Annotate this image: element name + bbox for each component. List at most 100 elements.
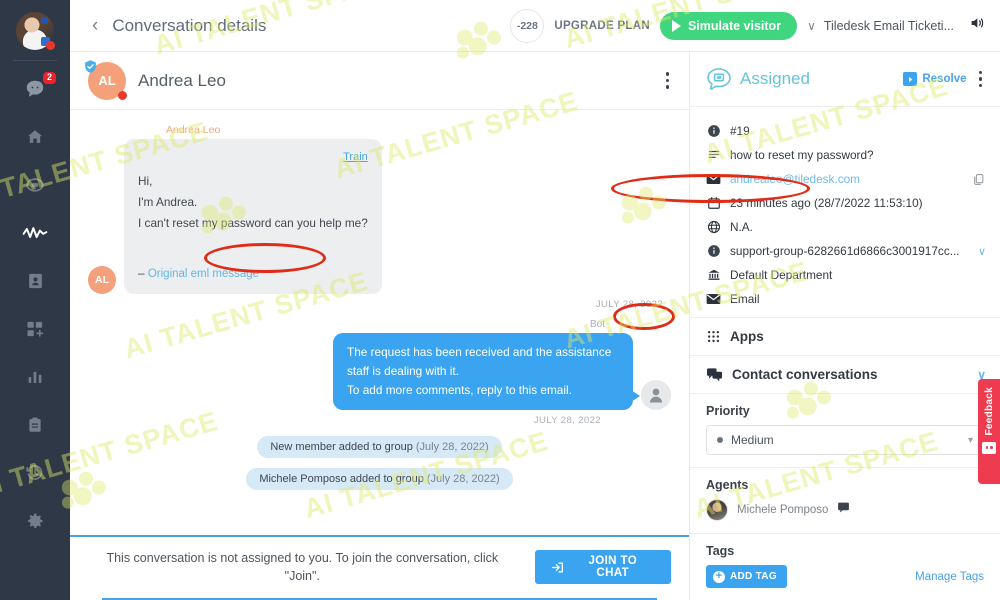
section-contact-conversations-label: Contact conversations [732,367,878,382]
copy-icon[interactable] [971,173,986,186]
presence-dot [118,90,127,100]
feedback-label: Feedback [983,387,995,436]
group-id: support-group-6282661d6866c3001917cc... [730,244,960,258]
department-icon [706,268,721,282]
system-event-date: (July 28, 2022) [415,441,489,454]
plus-icon: + [713,570,725,583]
contacts-icon [28,273,42,289]
info-row-location: N.A. [706,215,986,239]
sidebar-item-contacts[interactable] [13,261,57,301]
conversation-status: Assigned [740,69,810,88]
rail-divider [13,60,57,61]
sidebar-item-activity[interactable] [13,213,57,253]
priority-label: Priority [706,404,750,418]
sidebar-item-home[interactable] [13,117,57,157]
priority-select[interactable]: Medium ▾ [706,425,984,455]
play-icon [671,19,681,32]
section-apps[interactable]: Apps [690,317,1000,355]
agent-chat-icon[interactable] [837,501,850,519]
chevron-down-icon[interactable]: ∨ [978,245,986,258]
contact-avatar: AL [85,59,127,100]
contact-email[interactable]: andrealeo@tiledesk.com [730,172,962,186]
chevron-down-icon: ▾ [967,434,973,446]
app-root: 2 ‹ Conversation details -228 UPGRADE PL… [0,0,1000,600]
channel-value: Email [730,292,760,306]
apps-add-icon [27,321,44,337]
message-list: Andrea Leo AL Train Hi, I'm Andrea. I ca… [70,110,689,535]
left-navigation-rail: 2 [0,0,70,600]
clipboard-icon [29,417,41,432]
bot-message-bubble: The request has been received and the as… [333,332,640,411]
agents-label: Agents [706,478,749,492]
simulate-visitor-button[interactable]: Simulate visitor [659,11,798,40]
agent-list-item[interactable]: Michele Pomposo [706,499,984,521]
system-event-row: New member added to group (July 28, 2022… [88,436,671,459]
sidebar-item-settings[interactable] [13,501,57,541]
agents-field: Agents Michele Pomposo [690,467,1000,533]
info-row-email[interactable]: andrealeo@tiledesk.com [706,167,986,191]
assigned-status-icon [707,68,731,90]
tags-field: Tags + ADD TAG Manage Tags [690,533,1000,600]
back-button[interactable]: ‹ [92,16,98,35]
bot-timestamp: JULY 28, 2022 [533,415,601,427]
location-value: N.A. [730,220,753,234]
agent-name: Michele Pomposo [737,504,829,516]
sidebar-item-apps[interactable] [13,309,57,349]
section-contact-conversations[interactable]: Contact conversations ∨ [690,355,1000,393]
details-menu-button[interactable] [975,67,987,92]
user-avatar[interactable] [16,12,55,50]
sidebar-item-history[interactable] [13,453,57,493]
info-row-subject: how to reset my password? [706,143,986,167]
avatar [706,499,728,521]
info-row-date: 23 minutes ago (28/7/2022 11:53:10) [706,191,986,215]
department-value: Default Department [730,268,833,282]
home-icon [27,130,43,143]
ticket-id: #19 [730,124,750,138]
verified-icon [85,59,96,73]
speaker-icon[interactable] [968,15,986,36]
sidebar-item-bots[interactable] [13,165,57,205]
history-icon [26,465,43,480]
conversations-badge: 2 [42,72,56,84]
manage-tags-link[interactable]: Manage Tags [915,571,984,583]
activity-icon [22,227,48,239]
feedback-tab[interactable]: Feedback [978,379,1000,484]
add-tag-button[interactable]: + ADD TAG [706,565,787,588]
sidebar-item-conversations[interactable]: 2 [13,69,57,109]
original-eml-link[interactable]: Original eml message [148,264,259,284]
email-icon [706,173,721,185]
sidebar-item-canned[interactable] [13,405,57,445]
incoming-timestamp: JULY 28, 2022 [595,298,663,310]
info-row-department: Default Department [706,263,986,287]
train-link[interactable]: Train [138,148,368,167]
chevron-down-icon: ∨ [807,18,816,33]
subject-icon [706,148,721,162]
resolve-button[interactable]: Resolve [903,72,967,86]
system-event-text: New member added to group [270,441,413,454]
upgrade-plan-link[interactable]: UPGRADE PLAN [554,20,650,32]
join-to-chat-button[interactable]: JOIN TO CHAT [534,550,671,585]
system-event-text: Michele Pomposo added to group [259,473,424,486]
conversation-panel: AL Andrea Leo Andrea Leo AL Train Hi, I'… [70,52,690,600]
priority-dot-icon [717,437,723,443]
join-instructions: This conversation is not assigned to you… [106,550,499,584]
login-arrow-icon [551,562,563,573]
add-tag-label: ADD TAG [730,571,777,582]
apps-grid-icon [707,330,720,343]
simulate-visitor-label: Simulate visitor [687,18,782,33]
contact-initials: AL [98,73,116,88]
gear-icon [28,513,43,529]
conversation-menu-button[interactable] [662,68,674,93]
join-to-chat-label: JOIN TO CHAT [588,555,638,580]
sidebar-item-analytics[interactable] [13,357,57,397]
project-selector[interactable]: ∨ Tiledesk Email Ticketi... [807,19,954,33]
created-date: 23 minutes ago (28/7/2022 11:53:10) [730,196,923,210]
message-row-incoming: AL Train Hi, I'm Andrea. I can't reset m… [88,139,671,294]
resolve-icon [903,72,918,86]
tags-label: Tags [706,544,735,558]
smiley-icon [982,441,996,454]
info-icon [706,244,721,258]
info-row-group[interactable]: support-group-6282661d6866c3001917cc... … [706,239,986,263]
project-name: Tiledesk Email Ticketi... [823,18,954,33]
priority-field: Priority Medium ▾ [690,393,1000,467]
